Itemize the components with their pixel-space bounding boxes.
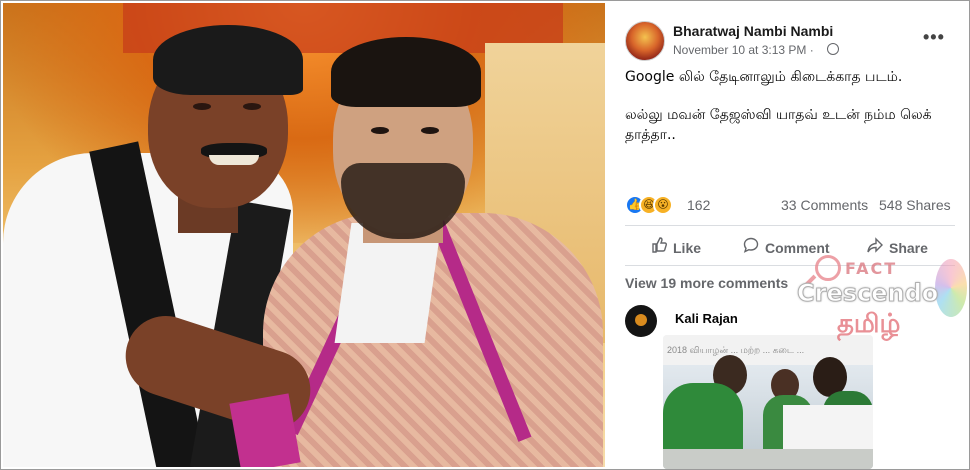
commenter-avatar[interactable] xyxy=(625,305,657,337)
author-name[interactable]: Bharatwaj Nambi Nambi xyxy=(673,23,833,39)
shares-count[interactable]: 548 Shares xyxy=(879,197,951,213)
post-sidebar: Bharatwaj Nambi Nambi November 10 at 3:1… xyxy=(611,3,967,469)
post-text-line: லல்லு மவன் தேஜஸ்வி யாதவ் உடன் நம்ம லெக் … xyxy=(625,107,932,143)
watermark-globe-logo xyxy=(935,259,967,317)
photo-person-body xyxy=(663,383,743,449)
reaction-count[interactable]: 162 xyxy=(687,197,710,213)
post-text: Google லில் தேடினாலும் கிடைக்காத படம். ல… xyxy=(625,67,955,163)
timestamp-text[interactable]: November 10 at 3:13 PM xyxy=(673,43,806,57)
globe-icon xyxy=(827,43,839,55)
watermark-fact: FACT xyxy=(845,259,898,278)
divider xyxy=(625,225,955,226)
post-timestamp[interactable]: November 10 at 3:13 PM · xyxy=(673,43,814,57)
view-more-comments-link[interactable]: View 19 more comments xyxy=(625,275,788,291)
commenter-name[interactable]: Kali Rajan xyxy=(675,311,738,326)
speech-bubble-icon xyxy=(743,237,759,257)
thumbs-up-icon xyxy=(651,237,667,257)
right-person-eye xyxy=(421,127,439,134)
left-person-eye xyxy=(193,103,211,110)
post-photo[interactable] xyxy=(3,3,605,467)
right-person-hair xyxy=(331,37,481,107)
post-text-line: Google லில் தேடினாலும் கிடைக்காத படம். xyxy=(625,69,903,85)
right-person-eye xyxy=(371,127,389,134)
watermark-language: தமிழ் xyxy=(837,309,901,339)
author-avatar[interactable] xyxy=(625,21,665,61)
left-person-smile xyxy=(209,155,259,165)
left-person-hair xyxy=(153,25,303,95)
magnifier-icon xyxy=(815,255,841,281)
photo-floor xyxy=(663,449,873,469)
comment-photo[interactable]: 2018 வியாழன் ... மற்ற ... கடை ... xyxy=(663,335,873,469)
comments-count[interactable]: 33 Comments xyxy=(781,197,868,213)
reaction-summary[interactable]: 👍 😆 😮 162 33 Comments 548 Shares xyxy=(625,195,955,217)
wow-reaction-icon: 😮 xyxy=(653,195,673,215)
timestamp-separator: · xyxy=(809,43,814,57)
screenshot-frame: Bharatwaj Nambi Nambi November 10 at 3:1… xyxy=(0,0,970,470)
like-label: Like xyxy=(673,240,702,256)
left-person-eye xyxy=(243,103,261,110)
more-options-button[interactable]: ••• xyxy=(923,27,945,48)
fact-crescendo-watermark: FACT Crescendo தமிழ் xyxy=(796,253,969,353)
like-button[interactable]: Like xyxy=(651,237,701,257)
left-person-cuff xyxy=(229,393,301,467)
watermark-brand: Crescendo xyxy=(796,279,939,308)
